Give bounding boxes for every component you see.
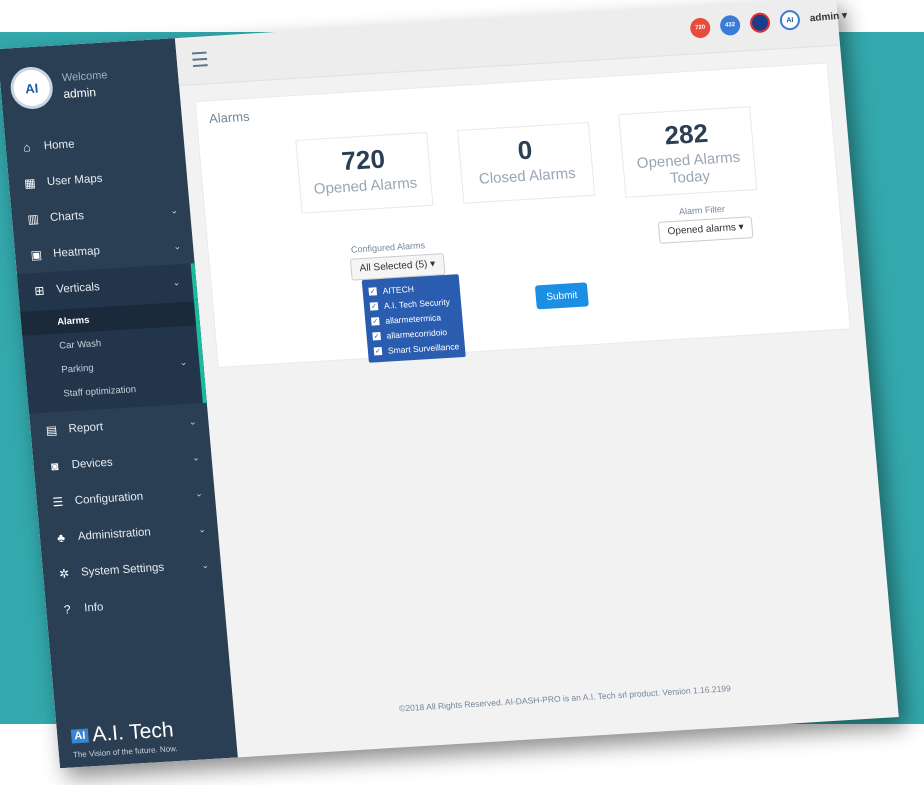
stat-card-closed-alarms: 0 Closed Alarms xyxy=(456,122,596,204)
footer-copyright: ©2018 All Rights Reserved. AI-DASH-PRO i… xyxy=(398,683,732,714)
checkbox-checked-icon[interactable]: ✓ xyxy=(368,286,378,296)
alarm-filter-dropdown[interactable]: Opened alarms ▾ xyxy=(657,216,754,244)
brand-logo-text: AI A.I. Tech xyxy=(70,718,177,748)
sidebar-item-label: Verticals xyxy=(55,281,101,296)
user-avatar-icon[interactable]: AI xyxy=(779,9,801,31)
welcome-label: Welcome xyxy=(61,69,109,85)
stat-value: 282 xyxy=(663,117,710,151)
sidebar-subitem-label: Parking xyxy=(60,362,95,376)
submit-button[interactable]: Submit xyxy=(534,282,589,310)
sitemap-icon: ⊞ xyxy=(33,283,46,299)
home-icon: ⌂ xyxy=(22,140,32,155)
alarms-panel: Alarms 720 Opened Alarms 0 Closed Alarms… xyxy=(194,62,851,369)
alarm-option-label: Smart Surveillance xyxy=(387,340,460,356)
configured-alarms-label: Configured Alarms xyxy=(350,240,426,255)
stat-card-opened-alarms: 720 Opened Alarms xyxy=(295,131,434,214)
welcome-block: Welcome admin xyxy=(61,67,109,102)
brand-logo: AI A.I. Tech The Vision of the future. No… xyxy=(70,718,178,759)
chevron-down-icon: ⌄ xyxy=(194,487,204,499)
brand-logo-badge: AI xyxy=(70,728,90,744)
checkbox-checked-icon[interactable]: ✓ xyxy=(372,331,381,341)
checkbox-checked-icon[interactable]: ✓ xyxy=(369,301,379,311)
alarm-filter-label: Alarm Filter xyxy=(678,203,726,217)
messages-icon[interactable]: 432 xyxy=(719,14,741,37)
sidebar-item-label: Heatmap xyxy=(52,245,101,260)
users-icon: ♣ xyxy=(56,530,66,546)
question-icon: ? xyxy=(63,602,72,617)
image-icon: ▣ xyxy=(29,247,43,263)
notifications-icon[interactable]: 720 xyxy=(689,17,712,39)
camera-icon: ◙ xyxy=(50,458,59,474)
alarm-option-label: allarmetermica xyxy=(384,311,442,326)
sidebar-item-label: System Settings xyxy=(80,561,165,579)
alarm-option-label: allarmecorridoio xyxy=(386,326,448,341)
profile-block: AI Welcome admin xyxy=(0,38,182,131)
chevron-down-icon: ⌄ xyxy=(173,240,182,252)
user-menu[interactable]: admin ▾ xyxy=(809,10,847,24)
chevron-down-icon: ⌄ xyxy=(169,204,179,216)
chevron-down-icon: ⌄ xyxy=(188,415,197,427)
stat-label: Opened Alarms Today xyxy=(636,148,741,188)
map-icon: ▦ xyxy=(23,175,37,191)
chevron-down-icon: ⌄ xyxy=(200,559,210,570)
app-shell: AI Welcome admin ⌂ Home ▦ User Maps ▥ Ch… xyxy=(0,0,899,769)
sidebar-item-label: Report xyxy=(68,421,104,436)
alarm-option-label: A.I. Tech Security xyxy=(383,296,451,311)
stat-value: 0 xyxy=(516,134,534,166)
sidebar-item-label: Configuration xyxy=(74,490,144,507)
checkbox-checked-icon[interactable]: ✓ xyxy=(373,346,383,355)
page-title: Alarms xyxy=(208,108,251,127)
stat-value: 720 xyxy=(340,143,387,177)
sidebar-item-label: Charts xyxy=(49,210,85,225)
sliders-icon: ☰ xyxy=(51,494,64,510)
file-icon: ▤ xyxy=(45,422,58,438)
username: admin xyxy=(62,85,97,102)
sidebar-item-label: Administration xyxy=(77,526,152,543)
checkbox-checked-icon[interactable]: ✓ xyxy=(370,316,380,326)
avatar[interactable]: AI xyxy=(8,65,55,111)
sidebar-item-label: Devices xyxy=(71,456,114,472)
sidebar-item-label: Home xyxy=(43,138,75,153)
language-flag-icon[interactable] xyxy=(749,11,771,34)
configured-alarms-menu: ✓ AITECH ✓ A.I. Tech Security ✓ allarmeterm… xyxy=(361,274,467,363)
alarm-option-label: AITECH xyxy=(382,283,415,296)
chevron-down-icon: ⌄ xyxy=(197,523,207,534)
gears-icon: ✲ xyxy=(58,566,70,582)
chevron-down-icon: ⌄ xyxy=(191,451,200,463)
chart-icon: ▥ xyxy=(26,211,40,227)
brand-name: A.I. Tech xyxy=(91,718,175,747)
stat-card-opened-alarms-today: 282 Opened Alarms Today xyxy=(618,106,758,198)
chevron-down-icon: ⌄ xyxy=(172,276,181,288)
hamburger-menu-icon[interactable]: ☰ xyxy=(190,47,210,73)
chevron-down-icon: ⌄ xyxy=(179,356,188,367)
sidebar-item-label: User Maps xyxy=(46,172,104,189)
app-screenshot: AI Welcome admin ⌂ Home ▦ User Maps ▥ Ch… xyxy=(0,0,899,769)
verticals-submenu: Alarms Car Wash Parking ⌄ Staff optimiza… xyxy=(20,299,207,414)
main-content: ☰ Alarms 720 Opened Alarms 0 Closed Alar… xyxy=(174,0,899,757)
sidebar-item-label: Info xyxy=(83,601,104,615)
